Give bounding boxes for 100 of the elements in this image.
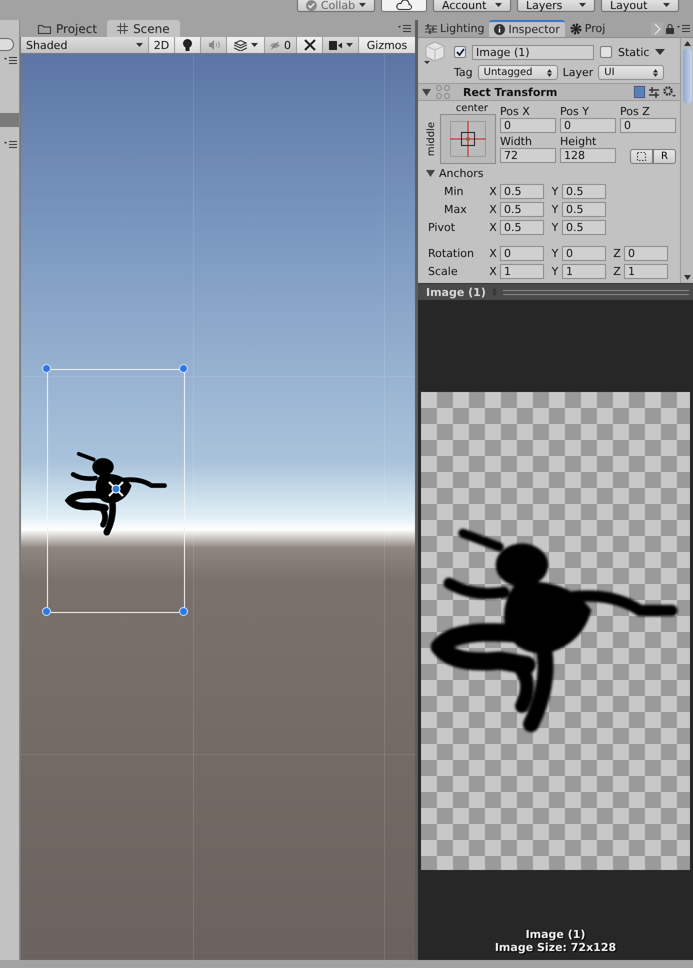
number-field[interactable]: 128 xyxy=(560,148,616,163)
caret-icon[interactable] xyxy=(655,49,666,55)
static-checkbox[interactable] xyxy=(600,46,612,58)
collab-button[interactable]: Collab xyxy=(297,0,375,12)
panel-tab[interactable]: Project xyxy=(28,20,108,37)
static-label: Static xyxy=(618,46,650,58)
panel-tab[interactable]: Proj xyxy=(564,20,610,37)
anchors-label: Anchors xyxy=(439,167,484,180)
panel-tab[interactable]: Lighting xyxy=(420,20,490,37)
component-title: Rect Transform xyxy=(463,86,558,98)
checkmark-icon xyxy=(456,48,464,56)
vector-label: Scale xyxy=(427,264,459,278)
axis-label: X xyxy=(488,264,498,278)
vector-label: Pivot xyxy=(427,220,456,234)
number-field[interactable]: 0 xyxy=(620,118,676,133)
number-field[interactable]: 0 xyxy=(624,246,668,260)
number-field[interactable]: 0 xyxy=(560,118,616,133)
vector-label: Rotation xyxy=(427,246,476,260)
search-field[interactable] xyxy=(0,38,14,51)
object-name-field[interactable]: Image (1) xyxy=(472,44,594,60)
lock-icon[interactable] xyxy=(666,24,674,34)
updown-arrows-icon xyxy=(653,68,658,76)
number-field[interactable]: 0.5 xyxy=(562,184,606,198)
gear-icon xyxy=(570,22,582,34)
layer-dropdown[interactable]: UI xyxy=(598,65,664,80)
panel-menu-icon[interactable] xyxy=(677,25,690,32)
number-field[interactable]: 1 xyxy=(624,264,668,278)
updown-arrows-icon xyxy=(546,68,552,76)
image-size-label: Image Size: 72x128 xyxy=(494,941,616,954)
number-field[interactable]: 1 xyxy=(562,264,606,278)
gizmos-button[interactable]: Gizmos xyxy=(359,37,415,53)
move-gizmo-icon[interactable] xyxy=(106,479,126,499)
panel-menu-icon[interactable] xyxy=(4,141,17,148)
light-bulb-icon xyxy=(183,39,192,51)
foldout-arrow-icon[interactable] xyxy=(426,169,435,178)
number-field[interactable]: 0 xyxy=(562,246,606,260)
field-label: Pos Z xyxy=(620,105,651,118)
cloud-button[interactable] xyxy=(381,0,427,12)
tools-toggle[interactable] xyxy=(297,37,323,53)
preview-title[interactable]: Image (1) xyxy=(426,286,486,298)
check-circle-icon xyxy=(306,0,317,10)
foldout-arrow-icon[interactable] xyxy=(422,88,431,96)
toolbar-dropdown[interactable]: Layers xyxy=(517,0,595,12)
number-field[interactable]: 72 xyxy=(500,148,556,163)
sliders-icon xyxy=(425,24,437,34)
effects-dropdown[interactable] xyxy=(227,37,265,53)
resize-handle[interactable] xyxy=(179,364,188,373)
resize-handle[interactable] xyxy=(42,607,51,616)
scene-view[interactable] xyxy=(20,54,415,960)
number-field[interactable]: 0.5 xyxy=(500,220,544,234)
axis-label: Z xyxy=(612,246,622,260)
speaker-icon xyxy=(208,40,220,50)
selection-rectangle[interactable] xyxy=(47,369,185,613)
lighting-toggle[interactable] xyxy=(175,37,201,53)
axis-label: Y xyxy=(550,246,560,260)
anchor-horizontal-label: center xyxy=(456,103,488,114)
vector-label: Max xyxy=(443,202,468,216)
toolbar-dropdown[interactable]: Account xyxy=(433,0,511,12)
field-label: Width xyxy=(500,135,533,148)
folder-icon xyxy=(38,24,51,34)
anchor-vertical-label: middle xyxy=(426,122,438,156)
panel-menu-icon[interactable] xyxy=(4,57,17,64)
mode-2d-toggle[interactable]: 2D xyxy=(149,37,175,53)
resize-handle[interactable] xyxy=(42,364,51,373)
field-label: Height xyxy=(560,135,598,148)
number-field[interactable]: 0.5 xyxy=(562,202,606,216)
panel-menu-icon[interactable] xyxy=(398,25,411,32)
toolbar-dropdown[interactable]: Layout xyxy=(601,0,679,12)
scroll-up-icon[interactable] xyxy=(684,41,690,46)
number-field[interactable]: 0.5 xyxy=(500,184,544,198)
resize-handle[interactable] xyxy=(179,607,188,616)
field-label: Pos X xyxy=(500,105,531,118)
scrollbar-thumb[interactable] xyxy=(682,48,692,104)
sliders-icon[interactable] xyxy=(649,86,659,98)
axis-label: Y xyxy=(550,202,560,216)
axis-label: Y xyxy=(550,264,560,278)
scrollbar[interactable] xyxy=(680,38,693,283)
axis-label: X xyxy=(488,184,498,198)
blueprint-mode-button[interactable] xyxy=(630,149,653,164)
gear-icon[interactable] xyxy=(663,86,676,98)
caret-icon xyxy=(359,3,366,7)
grid-icon xyxy=(117,23,128,34)
raw-edit-button[interactable]: R xyxy=(653,149,676,164)
tag-dropdown[interactable]: Untagged xyxy=(478,65,558,80)
panel-tab[interactable]: Inspector xyxy=(489,20,565,37)
number-field[interactable]: 1 xyxy=(500,264,544,278)
info-icon xyxy=(494,24,506,35)
panel-tab[interactable]: Scene xyxy=(107,20,180,37)
layer-label: Layer xyxy=(562,66,594,79)
anchor-preset-button[interactable] xyxy=(440,114,496,164)
rect-transform-icon xyxy=(435,85,451,99)
number-field[interactable]: 0 xyxy=(500,246,544,260)
scroll-down-icon[interactable] xyxy=(684,275,690,280)
number-field[interactable]: 0.5 xyxy=(562,220,606,234)
video-camera-icon xyxy=(328,40,342,50)
number-field[interactable]: 0 xyxy=(500,118,556,133)
component-header[interactable]: Rect Transform xyxy=(418,83,680,101)
number-field[interactable]: 0.5 xyxy=(500,202,544,216)
active-checkbox[interactable] xyxy=(454,46,466,58)
vector-label: Min xyxy=(443,184,465,198)
